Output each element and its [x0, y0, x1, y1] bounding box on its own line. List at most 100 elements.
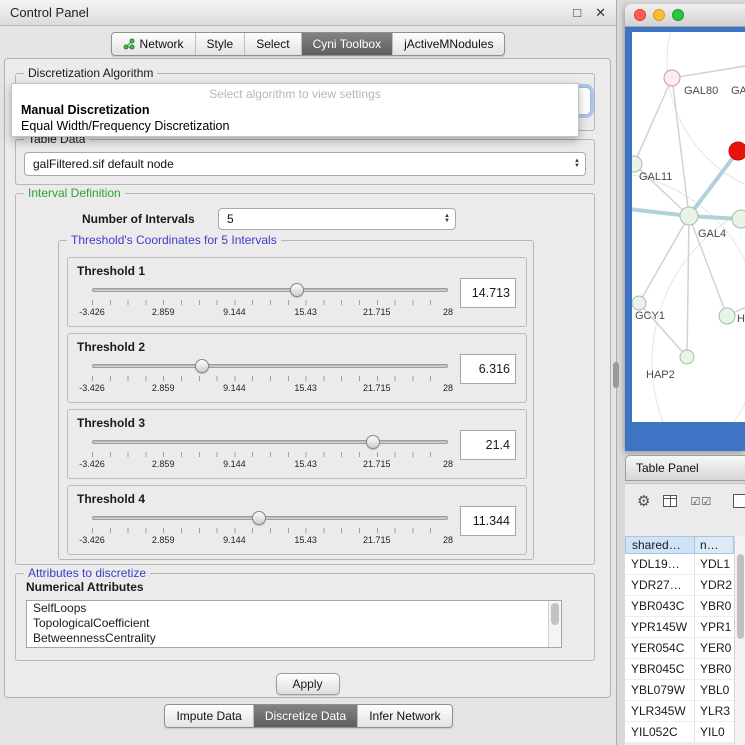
number-of-intervals-combobox[interactable]: 5 ▲▼ [218, 208, 456, 230]
cell-name: YIL0 [695, 722, 734, 742]
slider-rail [92, 440, 448, 444]
slider-scale: -3.426 2.859 9.144 15.43 21.715 28 [92, 307, 448, 318]
table-row[interactable]: YLR345W YLR3 [625, 701, 734, 722]
slider-rail [92, 364, 448, 368]
popup-item-manual-discretization[interactable]: Manual Discretization [12, 101, 578, 117]
discretization-algorithm-legend: Discretization Algorithm [24, 66, 157, 80]
node-gal80[interactable] [664, 70, 680, 86]
table-row[interactable]: YER054C YER0 [625, 638, 734, 659]
control-panel-window: Control Panel □ ✕ Network Style Select [0, 0, 617, 745]
node-selected-red[interactable] [729, 142, 745, 160]
cell-shared-name: YBR045C [625, 659, 695, 679]
function-builder-icon[interactable] [733, 494, 745, 508]
slider-track[interactable] [92, 434, 448, 450]
cell-shared-name: YBR043C [625, 596, 695, 616]
tab-style-label: Style [207, 37, 234, 51]
gear-icon[interactable]: ⚙ [637, 492, 650, 510]
cell-shared-name: YDR27… [625, 575, 695, 595]
slider-scale: -3.426 2.859 9.144 15.43 21.715 28 [92, 383, 448, 394]
slider-thumb[interactable] [290, 283, 304, 297]
table-scrollbar-thumb[interactable] [737, 554, 744, 639]
list-item-selfloops[interactable]: SelfLoops [27, 601, 561, 616]
threshold-3-label: Threshold 3 [77, 416, 145, 430]
list-scrollbar-thumb[interactable] [551, 603, 559, 625]
tab-select[interactable]: Select [244, 33, 300, 55]
slider-track[interactable] [92, 358, 448, 374]
float-window-icon[interactable]: □ [573, 5, 581, 20]
table-data-combobox[interactable]: galFiltered.sif default node ▲▼ [24, 152, 586, 176]
tab-infer-network[interactable]: Infer Network [357, 705, 451, 727]
cell-shared-name: YLR345W [625, 701, 695, 721]
slider-scale: -3.426 2.859 9.144 15.43 21.715 28 [92, 459, 448, 470]
network-canvas[interactable]: GAL80 GA GAL11 GAL4 GCY1 H HAP2 [632, 32, 745, 422]
threshold-4-value-field[interactable]: 11.344 [460, 506, 516, 536]
select-columns-icon[interactable]: ☑☑ [690, 495, 712, 508]
node-label-gal80: GAL80 [684, 85, 718, 97]
table-row[interactable]: YDR27… YDR2 [625, 575, 734, 596]
zoom-window-button[interactable] [672, 9, 684, 21]
threshold-3-value-field[interactable]: 21.4 [460, 430, 516, 460]
table-row[interactable]: YBL079W YBL0 [625, 680, 734, 701]
thresholds-group: Threshold's Coordinates for 5 Intervals … [58, 240, 534, 560]
slider-track[interactable] [92, 282, 448, 298]
threshold-1-label: Threshold 1 [77, 264, 145, 278]
cell-name: YDR2 [695, 575, 734, 595]
columns-icon[interactable] [663, 495, 677, 507]
node-gal4[interactable] [680, 207, 698, 225]
column-header-name[interactable]: n… [695, 536, 734, 554]
interval-definition-legend: Interval Definition [24, 186, 125, 200]
table-row[interactable]: YBR043C YBR0 [625, 596, 734, 617]
control-panel-titlebar: Control Panel □ ✕ [0, 0, 616, 26]
tab-style[interactable]: Style [195, 33, 245, 55]
threshold-1-value-field[interactable]: 14.713 [460, 278, 516, 308]
table-row[interactable]: YBR045C YBR0 [625, 659, 734, 680]
node-right[interactable] [732, 210, 745, 228]
node-h[interactable] [719, 308, 735, 324]
cell-shared-name: YER054C [625, 638, 695, 658]
tab-network-label: Network [140, 37, 184, 51]
threshold-3-panel: Threshold 3 -3.426 2.859 9.144 15.43 [67, 409, 527, 479]
table-panel-header[interactable]: Table Panel [625, 455, 745, 481]
tab-network[interactable]: Network [112, 33, 195, 55]
table-row[interactable]: YDL19… YDL1 [625, 554, 734, 575]
minimize-window-button[interactable] [653, 9, 665, 21]
slider-track[interactable] [92, 510, 448, 526]
list-scrollbar[interactable] [548, 601, 561, 647]
node-label-gal11: GAL11 [639, 171, 672, 183]
table-scrollbar[interactable] [734, 536, 745, 745]
column-header-shared-name[interactable]: shared… [625, 536, 695, 554]
threshold-2-value-field[interactable]: 6.316 [460, 354, 516, 384]
tab-impute-data[interactable]: Impute Data [165, 705, 252, 727]
table-row[interactable]: YPR145W YPR1 [625, 617, 734, 638]
table-row[interactable]: YIL052C YIL0 [625, 722, 734, 743]
apply-button[interactable]: Apply [276, 673, 340, 695]
slider-thumb[interactable] [252, 511, 266, 525]
tab-select-label: Select [256, 37, 289, 51]
table-data-value: galFiltered.sif default node [33, 157, 174, 171]
slider-thumb[interactable] [195, 359, 209, 373]
node-gcy1[interactable] [632, 296, 646, 310]
panel-splitter-grip[interactable] [613, 362, 619, 388]
node-hap2[interactable] [680, 350, 694, 364]
node-label-gcy1: GCY1 [635, 310, 665, 322]
tab-cyni-toolbox[interactable]: Cyni Toolbox [301, 33, 392, 55]
tab-jactivemnodules[interactable]: jActiveMNodules [392, 33, 504, 55]
slider-ticks [92, 300, 448, 305]
number-of-intervals-label: Number of Intervals [82, 212, 195, 226]
table-panel-title: Table Panel [636, 461, 699, 475]
popup-item-equal-width[interactable]: Equal Width/Frequency Discretization [12, 117, 578, 133]
node-label-ga: GA [731, 85, 745, 97]
network-view-window: GAL80 GA GAL11 GAL4 GCY1 H HAP2 [625, 4, 745, 451]
close-window-button[interactable] [634, 9, 646, 21]
bottom-tab-group: Impute Data Discretize Data Infer Networ… [164, 704, 452, 728]
node-label-h: H [737, 313, 745, 325]
close-icon[interactable]: ✕ [595, 5, 606, 21]
tab-cyni-toolbox-label: Cyni Toolbox [313, 37, 381, 51]
node-label-gal4: GAL4 [698, 228, 726, 240]
list-item-topologicalcoefficient[interactable]: TopologicalCoefficient [27, 616, 561, 631]
network-window-titlebar [625, 4, 745, 27]
tab-discretize-data[interactable]: Discretize Data [253, 705, 357, 727]
slider-thumb[interactable] [366, 435, 380, 449]
slider-rail [92, 288, 448, 292]
list-item-betweennesscentrality[interactable]: BetweennessCentrality [27, 631, 561, 646]
